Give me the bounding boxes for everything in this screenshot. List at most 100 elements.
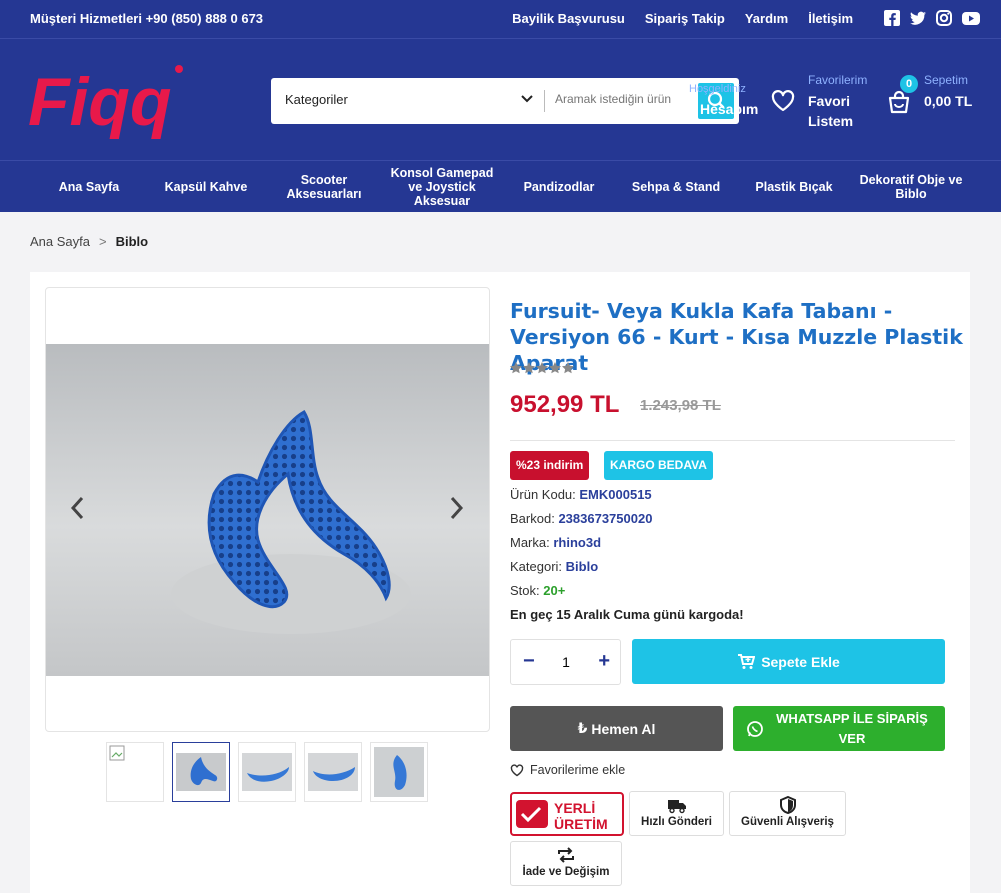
spec-product-code: Ürün Kodu: EMK000515 (510, 487, 652, 502)
fiqq-logo[interactable]: Fiqq (28, 59, 193, 143)
account-greeting: Hoşgeldiniz (689, 83, 746, 95)
cart-total[interactable]: 0,00 TL (924, 91, 984, 111)
rating-stars (510, 362, 576, 374)
old-price: 1.243,98 TL (640, 397, 721, 414)
nav-item-home[interactable]: Ana Sayfa (44, 161, 134, 213)
nav-item-plastic-knife[interactable]: Plastik Bıçak (744, 161, 844, 213)
exchange-icon (558, 847, 574, 863)
spec-label: Marka: (510, 535, 550, 550)
truck-icon (667, 800, 686, 814)
thumbnail[interactable] (370, 742, 428, 802)
thumbnail[interactable] (238, 742, 296, 802)
favorites-label: Favorilerim (808, 73, 868, 87)
customer-service-phone[interactable]: Müşteri Hizmetleri +90 (850) 888 0 673 (30, 11, 263, 26)
facebook-icon[interactable] (883, 9, 901, 27)
feature-label: Güvenli Alışveriş (741, 816, 834, 828)
instagram-icon[interactable] (935, 9, 953, 27)
spec-stock: Stok: 20+ (510, 583, 565, 598)
star-icon (510, 362, 574, 374)
whatsapp-order-button[interactable]: WHATSAPP İLE SİPARİŞ VER (733, 706, 945, 751)
nav-item-capsule-coffee[interactable]: Kapsül Kahve (156, 161, 256, 213)
search-input[interactable] (555, 92, 685, 106)
thumbnail-strip (106, 742, 428, 802)
top-links: Bayilik Başvurusu Sipariş Takip Yardım İ… (512, 11, 853, 26)
current-price: 952,99 TL (510, 391, 620, 418)
thumbnail[interactable] (304, 742, 362, 802)
add-to-favorites-label: Favorilerime ekle (530, 763, 626, 777)
buy-now-button[interactable]: ₺ Hemen Al (510, 706, 723, 751)
whatsapp-order-label: WHATSAPP İLE SİPARİŞ VER (776, 710, 928, 746)
spec-category: Kategori: Biblo (510, 559, 598, 574)
stock-value: 20+ (543, 583, 566, 598)
divider (510, 440, 955, 441)
twitter-icon[interactable] (909, 9, 927, 27)
nav-item-stand[interactable]: Sehpa & Stand (620, 161, 732, 213)
spec-label: Ürün Kodu: (510, 487, 576, 502)
top-link-order-tracking[interactable]: Sipariş Takip (645, 11, 725, 26)
top-link-help[interactable]: Yardım (745, 11, 788, 26)
shipping-note: En geç 15 Aralık Cuma günü kargoda! (510, 607, 744, 622)
lira-icon: ₺ (577, 720, 588, 736)
nav-item-console[interactable]: Konsol Gamepad ve Joystick Aksesuar (382, 161, 502, 213)
thumbnail[interactable] (106, 742, 164, 802)
quantity-stepper: − + (510, 639, 621, 685)
brand-link[interactable]: rhino3d (553, 535, 601, 550)
feature-label: Hızlı Gönderi (641, 816, 712, 828)
product-title: Fursuit- Veya Kukla Kafa Tabanı - Versiy… (510, 299, 963, 375)
social-links (883, 9, 980, 27)
search-bar: Kategoriler (271, 78, 739, 124)
buy-now-label: Hemen Al (591, 720, 656, 737)
spec-value: EMK000515 (579, 487, 652, 502)
youtube-icon[interactable] (961, 9, 980, 27)
favorites-link[interactable]: Favori Listem (808, 91, 878, 131)
nav-item-scooter[interactable]: Scooter Aksesuarları (276, 161, 372, 213)
main-nav: Ana Sayfa Kapsül Kahve Scooter Aksesuarl… (0, 160, 1001, 212)
spec-brand: Marka: rhino3d (510, 535, 601, 550)
spec-label: Kategori: (510, 559, 563, 574)
svg-text:ÜRETİM: ÜRETİM (554, 816, 608, 832)
product-image[interactable] (46, 344, 489, 676)
chevron-left-icon[interactable] (68, 494, 88, 522)
free-shipping-badge: KARGO BEDAVA (604, 451, 713, 480)
svg-text:Fiqq: Fiqq (28, 64, 172, 140)
feature-label: İade ve Değişim (522, 866, 610, 878)
cart-count-badge: 0 (900, 75, 918, 93)
quantity-increase-button[interactable]: + (598, 650, 610, 673)
nav-item-decor[interactable]: Dekoratif Obje ve Biblo (858, 161, 964, 213)
quantity-input[interactable] (559, 654, 573, 670)
spec-label: Stok: (510, 583, 540, 598)
top-link-dealer[interactable]: Bayilik Başvurusu (512, 11, 625, 26)
nav-item-pandizod[interactable]: Pandizodlar (513, 161, 605, 213)
breadcrumb-home[interactable]: Ana Sayfa (30, 234, 90, 249)
whatsapp-icon (747, 720, 763, 737)
cart-plus-icon (738, 653, 756, 669)
svg-text:YERLİ: YERLİ (554, 800, 595, 816)
feature-fast-delivery: Hızlı Gönderi (629, 791, 724, 836)
chevron-right-icon[interactable] (446, 494, 466, 522)
feature-returns: İade ve Değişim (510, 841, 622, 886)
local-production-badge: YERLİ ÜRETİM (510, 792, 624, 836)
quantity-decrease-button[interactable]: − (523, 650, 535, 673)
spec-label: Barkod: (510, 511, 555, 526)
add-to-favorites-link[interactable]: Favorilerime ekle (510, 763, 625, 777)
broken-image-icon (109, 745, 125, 761)
search-divider (544, 90, 545, 112)
discount-badge: %23 indirim (510, 451, 590, 480)
category-select[interactable]: Kategoriler (285, 92, 348, 107)
heart-icon[interactable] (770, 89, 796, 113)
top-link-contact[interactable]: İletişim (808, 11, 853, 26)
add-to-cart-button[interactable]: Sepete Ekle (632, 639, 945, 684)
site-header: Fiqq Kategoriler Hoşgeldiniz Hesabım Fav… (0, 38, 1001, 160)
account-link[interactable]: Hesabım (700, 101, 758, 117)
thumbnail[interactable] (172, 742, 230, 802)
breadcrumb-current: Biblo (115, 234, 149, 249)
spec-value: 2383673750020 (558, 511, 653, 526)
category-link[interactable]: Biblo (566, 559, 599, 574)
cart-label: Sepetim (924, 73, 969, 87)
heart-icon (510, 763, 524, 776)
breadcrumb-separator: > (99, 234, 107, 249)
feature-secure-shopping: Güvenli Alışveriş (729, 791, 846, 836)
chevron-down-icon[interactable] (521, 94, 533, 104)
top-bar: Müşteri Hizmetleri +90 (850) 888 0 673 B… (0, 0, 1001, 38)
shield-icon (779, 796, 796, 814)
